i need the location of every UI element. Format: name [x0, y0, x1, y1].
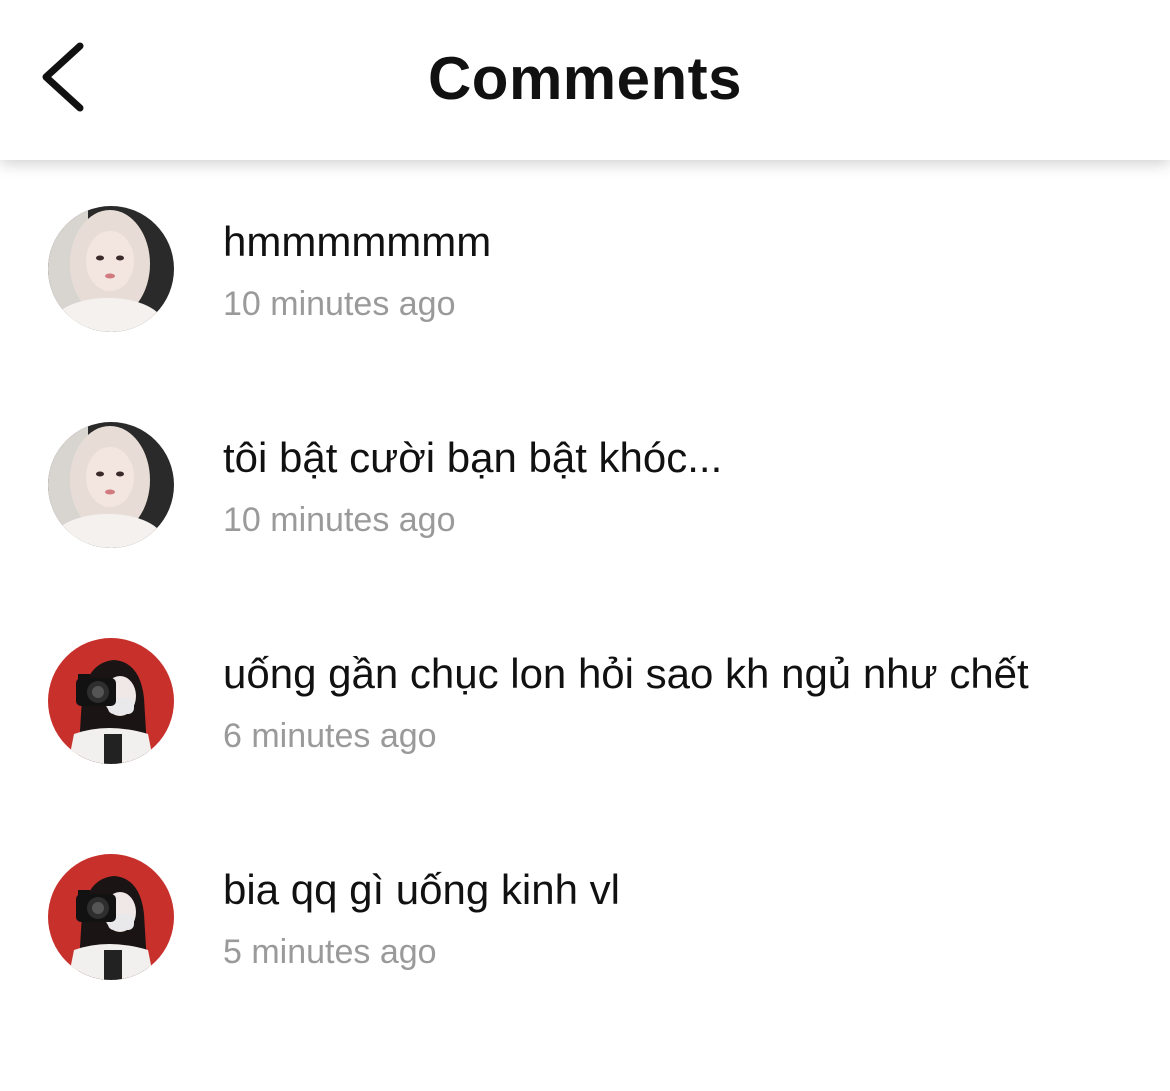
comment-item[interactable]: uống gần chục lon hỏi sao kh ngủ như chế…	[0, 592, 1170, 808]
comment-timestamp: 10 minutes ago	[223, 501, 456, 539]
comment-text: uống gần chục lon hỏi sao kh ngủ như chế…	[223, 650, 1029, 697]
avatar[interactable]	[48, 206, 174, 332]
comment-timestamp: 10 minutes ago	[223, 285, 456, 323]
top-bar: Comments	[0, 0, 1170, 160]
comment-list[interactable]: hmmmmmmm 10 minutes ago tôi bật cười bạn…	[0, 160, 1170, 1024]
comment-timestamp: 6 minutes ago	[223, 717, 437, 755]
comment-text: tôi bật cười bạn bật khóc...	[223, 434, 723, 481]
comment-item[interactable]: tôi bật cười bạn bật khóc... 10 minutes …	[0, 376, 1170, 592]
avatar[interactable]	[48, 854, 174, 980]
avatar[interactable]	[48, 638, 174, 764]
comment-text: hmmmmmmm	[223, 218, 492, 265]
page-title: Comments	[427, 45, 743, 112]
avatar[interactable]	[48, 422, 174, 548]
comment-timestamp: 5 minutes ago	[223, 933, 437, 971]
comment-item[interactable]: bia qq gì uống kinh vl 5 minutes ago	[0, 808, 1170, 1024]
comment-text: bia qq gì uống kinh vl	[223, 866, 620, 913]
comment-item[interactable]: hmmmmmmm 10 minutes ago	[0, 160, 1170, 376]
